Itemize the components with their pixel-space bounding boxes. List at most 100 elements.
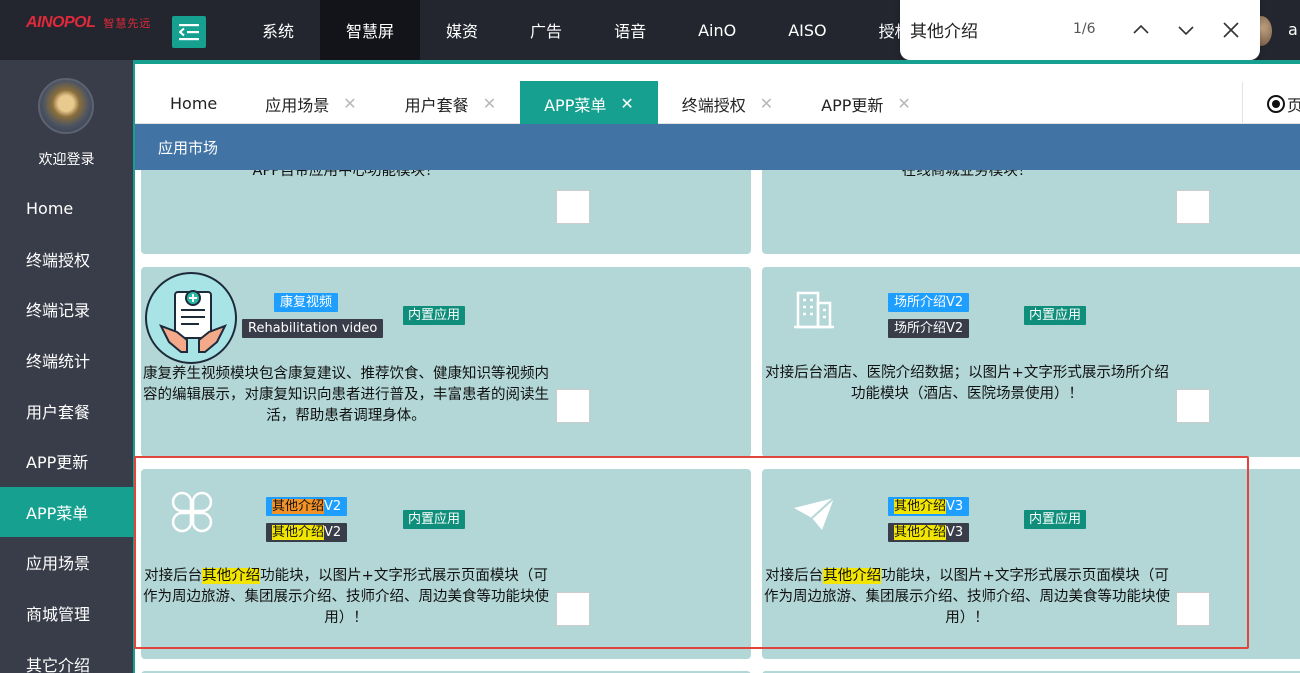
section-header: 应用市场 [135, 124, 1300, 170]
find-match: 其他介绍 [272, 525, 325, 540]
tab-close-icon[interactable]: ✕ [897, 94, 910, 113]
card-description: 康复养生视频模块包含康复建议、推荐饮食、健康知识等视频内容的编辑展示，对康复知识… [143, 366, 549, 424]
find-input[interactable]: 其他介绍 [910, 17, 978, 42]
card-checkbox[interactable] [1176, 389, 1210, 423]
app-name-en-badge: 场所介绍V2 [888, 319, 970, 338]
section-title: 应用市场 [158, 138, 219, 157]
builtin-app-tag: 内置应用 [403, 306, 466, 325]
topnav-item-media[interactable]: 媒资 [420, 0, 504, 60]
building-icon [794, 291, 834, 329]
sidebar-item-other-intro[interactable]: 其它介绍 [0, 638, 133, 673]
tab-bar: Home 应用场景 ✕ 用户套餐 ✕ APP菜单 ✕ 终端授权 ✕ APP更新 … [135, 60, 1300, 126]
profile-avatar[interactable] [38, 78, 94, 134]
desc-text: 对接后台 [765, 568, 824, 584]
page-options-label: 页 [1287, 96, 1300, 115]
tab-app-update[interactable]: APP更新 ✕ [797, 81, 935, 126]
sidebar-item-home[interactable]: Home [0, 183, 133, 234]
app-name-badge: 康复视频 [274, 293, 339, 312]
app-market-grid: APP自带应用中心功能模块！ 在线商城业务模块！ 康复视频 Rehabilita… [135, 170, 1300, 673]
tab-label: 用户套餐 [404, 95, 469, 115]
find-next-button[interactable] [1174, 18, 1198, 42]
topnav-item-system[interactable]: 系统 [236, 0, 320, 60]
card-checkbox[interactable] [1176, 190, 1210, 224]
builtin-app-tag: 内置应用 [1024, 510, 1087, 529]
close-icon [1223, 22, 1239, 38]
card-description: 对接后台其他介绍功能块，以图片+文字形式展示页面模块（可作为周边旅游、集团展示介… [141, 566, 551, 629]
card-checkbox[interactable] [556, 389, 590, 423]
tab-close-icon[interactable]: ✕ [620, 94, 633, 113]
card-checkbox[interactable] [1176, 592, 1210, 626]
card-checkbox[interactable] [556, 592, 590, 626]
sidebar-item-terminal-auth[interactable]: 终端授权 [0, 234, 133, 285]
sidebar-item-terminal-stats[interactable]: 终端统计 [0, 335, 133, 386]
find-close-button[interactable] [1219, 18, 1243, 42]
welcome-text: 欢迎登录 [38, 152, 95, 168]
app-card-rehab-video[interactable]: 康复视频 Rehabilitation video 内置应用 康复养生视频模块包… [141, 267, 751, 457]
card-checkbox[interactable] [556, 190, 590, 224]
app-card-online-shop[interactable]: 在线商城业务模块！ [762, 170, 1300, 254]
sidebar-item-app-update[interactable]: APP更新 [0, 436, 133, 487]
find-match: 其他介绍 [202, 568, 261, 584]
tab-app-menu[interactable]: APP菜单 ✕ [520, 81, 658, 126]
user-name[interactable]: a [1288, 20, 1298, 39]
paper-plane-icon [794, 497, 835, 530]
topnav-item-voice[interactable]: 语音 [588, 0, 672, 60]
topnav-item-smart-screen[interactable]: 智慧屏 [320, 0, 421, 60]
sidebar-item-terminal-records[interactable]: 终端记录 [0, 284, 133, 335]
sidebar-item-app-scenes[interactable]: 应用场景 [0, 537, 133, 588]
rehab-clipboard-icon [145, 272, 237, 364]
app-name-en-badge: Rehabilitation video [242, 319, 384, 338]
sidebar: 欢迎登录 Home 终端授权 终端记录 终端统计 用户套餐 APP更新 APP菜… [0, 60, 133, 673]
app-name-badge: 场所介绍V2 [888, 293, 970, 312]
app-card-other-intro-v2[interactable]: 其他介绍V2 其他介绍V2 内置应用 对接后台其他介绍功能块，以图片+文字形式展… [141, 469, 751, 659]
tab-home[interactable]: Home [146, 81, 241, 126]
page-options-control[interactable]: 页 [1267, 92, 1300, 116]
menu-fold-icon [179, 24, 199, 41]
name-suffix: V3 [946, 525, 964, 540]
name-suffix: V2 [324, 499, 342, 514]
card-description: 对接后台酒店、医院介绍数据；以图片+文字形式展示场所介绍功能模块（酒店、医院场景… [765, 365, 1169, 402]
name-suffix: V2 [324, 525, 342, 540]
tab-user-plans[interactable]: 用户套餐 ✕ [381, 81, 520, 126]
sidebar-menu: Home 终端授权 终端记录 终端统计 用户套餐 APP更新 APP菜单 应用场… [0, 183, 133, 673]
chevron-up-icon [1133, 24, 1149, 34]
app-card-app-center[interactable]: APP自带应用中心功能模块！ [141, 170, 751, 254]
tab-label: APP更新 [821, 95, 884, 115]
sidebar-item-app-menu[interactable]: APP菜单 [0, 486, 133, 538]
tab-label: 应用场景 [265, 95, 330, 115]
tab-label: 终端授权 [681, 95, 746, 115]
tab-close-icon[interactable]: ✕ [343, 94, 356, 113]
find-match: 其他介绍 [823, 568, 882, 584]
name-suffix: V3 [946, 499, 964, 514]
app-name-badge: 其他介绍V3 [888, 497, 970, 516]
sidebar-item-user-plans[interactable]: 用户套餐 [0, 385, 133, 436]
sidebar-item-shop-management[interactable]: 商城管理 [0, 588, 133, 639]
logo[interactable]: AINOPOL 智慧先远 [26, 14, 151, 32]
card-description: 对接后台其他介绍功能块，以图片+文字形式展示页面模块（可作为周边旅游、集团展示介… [762, 566, 1172, 629]
chevron-down-icon [1178, 26, 1194, 36]
app-name-badge: 其他介绍V2 [266, 497, 348, 516]
tab-label: Home [170, 94, 218, 113]
app-card-other-intro-v3[interactable]: 其他介绍V3 其他介绍V3 内置应用 对接后台其他介绍功能块，以图片+文字形式展… [762, 469, 1300, 659]
menu-toggle-button[interactable] [172, 16, 206, 48]
builtin-app-tag: 内置应用 [1024, 306, 1087, 325]
find-match: 其他介绍 [894, 499, 947, 514]
find-match: 其他介绍 [894, 525, 947, 540]
top-nav: 系统 智慧屏 媒资 广告 语音 AinO AISO 授权 [236, 0, 937, 60]
app-card-venue-intro[interactable]: 场所介绍V2 场所介绍V2 内置应用 对接后台酒店、医院介绍数据；以图片+文字形… [762, 267, 1300, 457]
card-description: 在线商城业务模块！ [901, 170, 1033, 179]
find-match-count: 1/6 [1073, 21, 1096, 37]
tab-close-icon[interactable]: ✕ [483, 94, 496, 113]
tab-divider [1242, 82, 1243, 126]
clover-icon [171, 491, 213, 533]
tabs: Home 应用场景 ✕ 用户套餐 ✕ APP菜单 ✕ 终端授权 ✕ APP更新 … [146, 81, 935, 126]
topnav-item-aino[interactable]: AinO [672, 0, 762, 60]
card-description: APP自带应用中心功能模块！ [252, 170, 440, 179]
builtin-app-tag: 内置应用 [403, 510, 466, 529]
tab-terminal-auth[interactable]: 终端授权 ✕ [658, 81, 797, 126]
tab-app-scenes[interactable]: 应用场景 ✕ [241, 81, 380, 126]
find-previous-button[interactable] [1129, 18, 1153, 42]
tab-close-icon[interactable]: ✕ [760, 94, 773, 113]
topnav-item-ads[interactable]: 广告 [504, 0, 588, 60]
topnav-item-aiso[interactable]: AISO [762, 0, 852, 60]
